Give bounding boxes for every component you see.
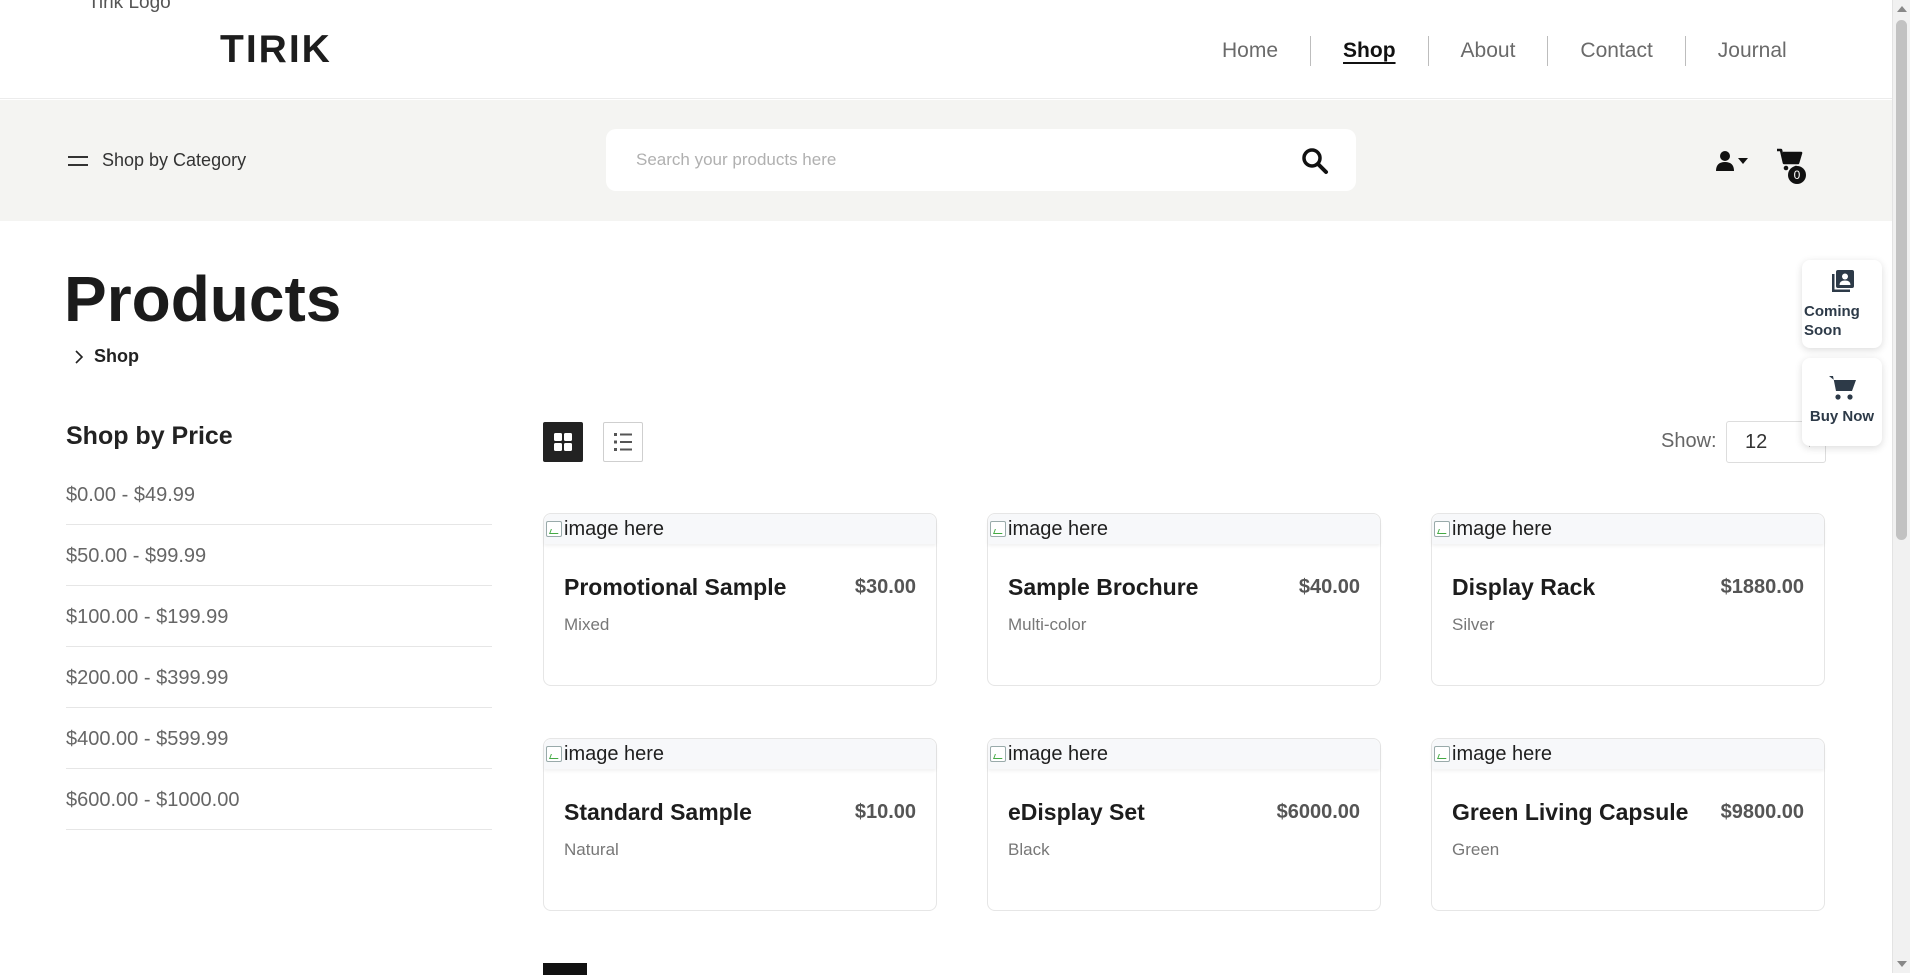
breadcrumb-shop-link[interactable]: Shop <box>94 346 139 367</box>
product-name[interactable]: Promotional Sample <box>564 574 786 601</box>
product-variant: Multi-color <box>1008 615 1087 634</box>
product-price: $40.00 <box>1298 576 1360 598</box>
product-card[interactable]: image here Sample Brochure $40.00 Multi-… <box>987 513 1381 686</box>
grid-icon <box>554 433 572 451</box>
scroll-thumb[interactable] <box>1896 20 1907 540</box>
product-image-alt: image here <box>1452 742 1553 765</box>
nav-home[interactable]: Home <box>1190 36 1310 66</box>
product-variant: Mixed <box>564 615 610 634</box>
buy-now-widget[interactable]: Buy Now <box>1802 358 1882 446</box>
list-view-button[interactable] <box>603 422 643 462</box>
product-card[interactable]: image here eDisplay Set $6000.00 Black <box>987 738 1381 911</box>
product-price: $10.00 <box>854 801 916 823</box>
shop-by-category-label: Shop by Category <box>102 150 247 170</box>
user-account-icon[interactable] <box>1716 150 1752 172</box>
product-variant: Natural <box>564 840 619 859</box>
broken-image-icon <box>546 746 562 762</box>
product-name[interactable]: Green Living Capsule <box>1452 799 1688 826</box>
price-filter-list: $0.00 - $49.99 $50.00 - $99.99 $100.00 -… <box>66 464 492 830</box>
product-price: $30.00 <box>854 576 916 598</box>
product-image[interactable]: image here <box>544 739 936 769</box>
pagination-item[interactable] <box>543 963 587 975</box>
product-name[interactable]: Standard Sample <box>564 799 752 826</box>
contacts-book-icon <box>1830 268 1856 294</box>
logo-alt-text: Tirik Logo <box>88 0 171 13</box>
product-image-alt: image here <box>1452 517 1553 540</box>
list-icon <box>614 433 632 451</box>
coming-soon-label: Coming Soon <box>1804 303 1860 339</box>
product-card[interactable]: image here Standard Sample $10.00 Natura… <box>543 738 937 911</box>
product-image-alt: image here <box>1008 517 1109 540</box>
product-image-alt: image here <box>564 517 665 540</box>
product-image[interactable]: image here <box>544 514 936 544</box>
top-header: Tirik Logo TIRIK Home Shop About Contact… <box>0 0 1892 99</box>
shop-by-category-button[interactable]: Shop by Category <box>68 150 246 171</box>
page-title: Products <box>64 263 342 335</box>
scroll-down-arrow[interactable] <box>1897 961 1907 967</box>
search-box <box>606 129 1356 191</box>
main-nav: Home Shop About Contact Journal <box>1190 36 1819 66</box>
search-band: Shop by Category <box>0 100 1892 221</box>
show-count-label: Show: <box>1661 430 1717 452</box>
scroll-up-arrow[interactable] <box>1897 6 1907 12</box>
product-name[interactable]: Display Rack <box>1452 574 1595 601</box>
product-image[interactable]: image here <box>1432 739 1824 769</box>
price-range-item[interactable]: $50.00 - $99.99 <box>66 525 492 586</box>
product-card[interactable]: image here Promotional Sample $30.00 Mix… <box>543 513 937 686</box>
product-variant: Silver <box>1452 615 1495 634</box>
grid-view-button[interactable] <box>543 422 583 462</box>
menu-icon <box>68 155 88 167</box>
chevron-right-icon <box>75 349 84 364</box>
site-logo[interactable]: TIRIK <box>220 28 332 72</box>
search-input[interactable] <box>634 129 1274 191</box>
product-image[interactable]: image here <box>988 514 1380 544</box>
broken-image-icon <box>990 746 1006 762</box>
product-image[interactable]: image here <box>1432 514 1824 544</box>
price-range-item[interactable]: $600.00 - $1000.00 <box>66 769 492 830</box>
product-variant: Green <box>1452 840 1500 859</box>
product-price: $6000.00 <box>1276 801 1360 823</box>
breadcrumb: Shop <box>74 346 139 367</box>
broken-image-icon <box>1434 746 1450 762</box>
price-range-item[interactable]: $100.00 - $199.99 <box>66 586 492 647</box>
shopping-cart-icon <box>1828 374 1858 402</box>
nav-contact[interactable]: Contact <box>1547 36 1684 66</box>
product-price: $1880.00 <box>1720 576 1804 598</box>
buy-now-label: Buy Now <box>1809 408 1875 425</box>
product-name[interactable]: eDisplay Set <box>1008 799 1145 826</box>
price-range-item[interactable]: $0.00 - $49.99 <box>66 464 492 525</box>
product-name[interactable]: Sample Brochure <box>1008 574 1198 601</box>
broken-image-icon <box>990 521 1006 537</box>
coming-soon-widget[interactable]: Coming Soon <box>1802 260 1882 348</box>
price-range-item[interactable]: $400.00 - $599.99 <box>66 708 492 769</box>
product-price: $9800.00 <box>1720 801 1804 823</box>
broken-image-icon <box>546 521 562 537</box>
page-scrollbar[interactable] <box>1892 0 1910 973</box>
broken-image-icon <box>1434 521 1450 537</box>
product-image[interactable]: image here <box>988 739 1380 769</box>
product-image-alt: image here <box>564 742 665 765</box>
product-card[interactable]: image here Display Rack $1880.00 Silver <box>1431 513 1825 686</box>
price-range-item[interactable]: $200.00 - $399.99 <box>66 647 492 708</box>
nav-shop[interactable]: Shop <box>1310 36 1428 66</box>
product-card[interactable]: image here Green Living Capsule $9800.00… <box>1431 738 1825 911</box>
shop-by-price-heading: Shop by Price <box>66 422 233 450</box>
product-image-alt: image here <box>1008 742 1109 765</box>
product-variant: Black <box>1008 840 1050 859</box>
search-icon[interactable] <box>1300 146 1330 176</box>
cart-count-badge: 0 <box>1788 166 1806 184</box>
nav-about[interactable]: About <box>1427 36 1548 66</box>
nav-journal[interactable]: Journal <box>1684 36 1819 66</box>
